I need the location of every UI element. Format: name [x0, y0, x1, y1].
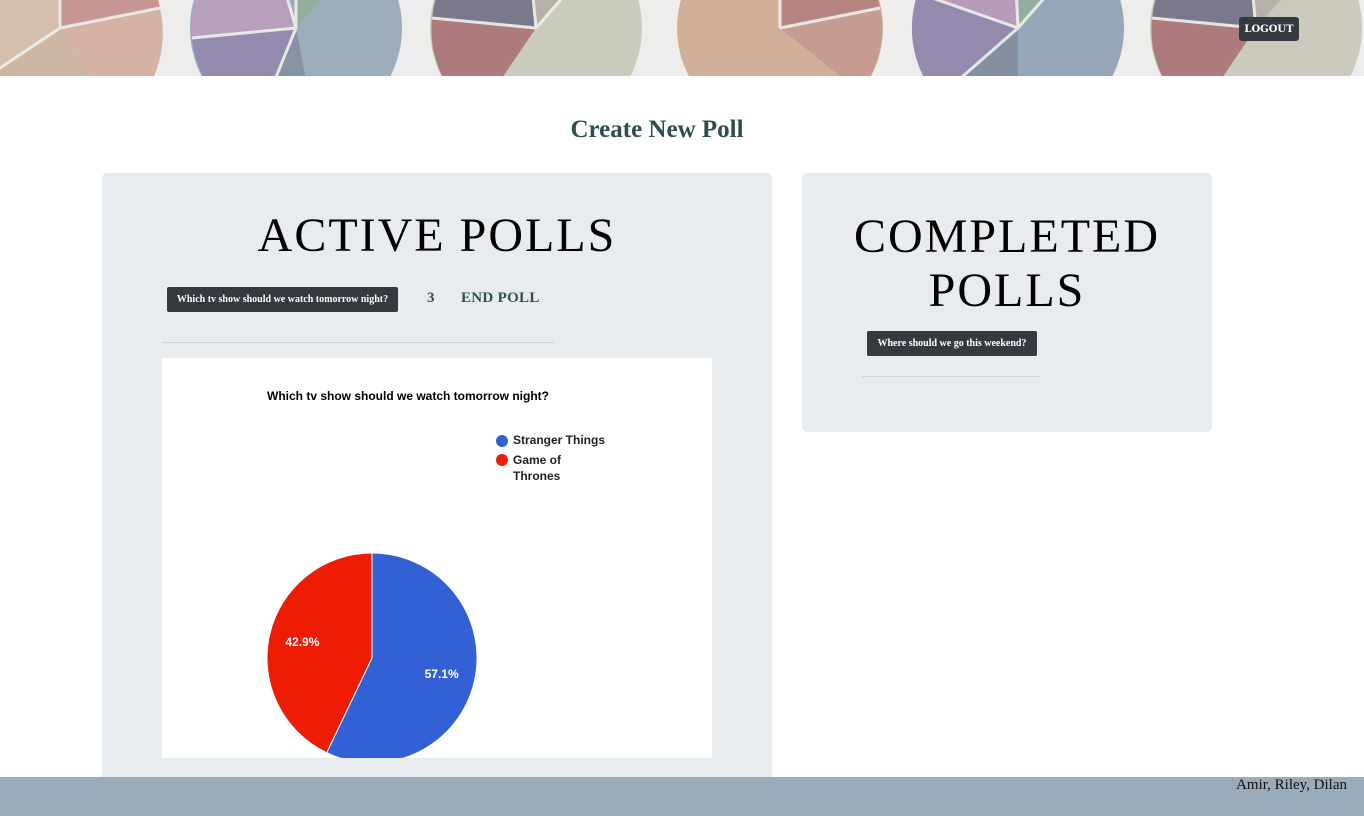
completed-poll-divider — [862, 376, 1040, 377]
end-poll-button[interactable]: END POLL — [461, 290, 540, 307]
pie-label-game-of-thrones: 42.9% — [285, 635, 319, 649]
header-banner: LOGOUT — [0, 0, 1364, 76]
legend-dot-game-of-thrones — [496, 454, 508, 466]
completed-polls-title: COMPLETED POLLS — [854, 210, 1160, 317]
legend-dot-stranger-things — [496, 435, 508, 447]
pie-label-stranger-things: 57.1% — [425, 667, 459, 681]
active-poll-divider — [162, 342, 554, 343]
completed-poll-button[interactable]: Where should we go this weekend? — [867, 331, 1037, 356]
footer: Amir, Riley, Dilan — [0, 777, 1364, 816]
legend-label-game-of-thrones: Game of Thrones — [513, 453, 562, 483]
legend-label-stranger-things: Stranger Things — [513, 433, 606, 447]
footer-credits: Amir, Riley, Dilan — [1236, 777, 1347, 793]
active-polls-title: ACTIVE POLLS — [257, 209, 617, 262]
poll-results-chart: Which tv show should we watch tomorrow n… — [162, 358, 712, 758]
create-new-poll-link[interactable]: Create New Poll — [0, 116, 1314, 144]
logout-button[interactable]: LOGOUT — [1239, 17, 1299, 41]
active-poll-button[interactable]: Which tv show should we watch tomorrow n… — [167, 287, 398, 312]
completed-polls-panel: COMPLETED POLLS Where should we go this … — [802, 173, 1212, 432]
pie-chart: 57.1% 42.9% — [266, 552, 478, 758]
active-polls-panel: ACTIVE POLLS Which tv show should we wat… — [102, 173, 772, 793]
banner-pie-pattern — [0, 0, 1362, 76]
vote-count: 3 — [427, 290, 435, 306]
